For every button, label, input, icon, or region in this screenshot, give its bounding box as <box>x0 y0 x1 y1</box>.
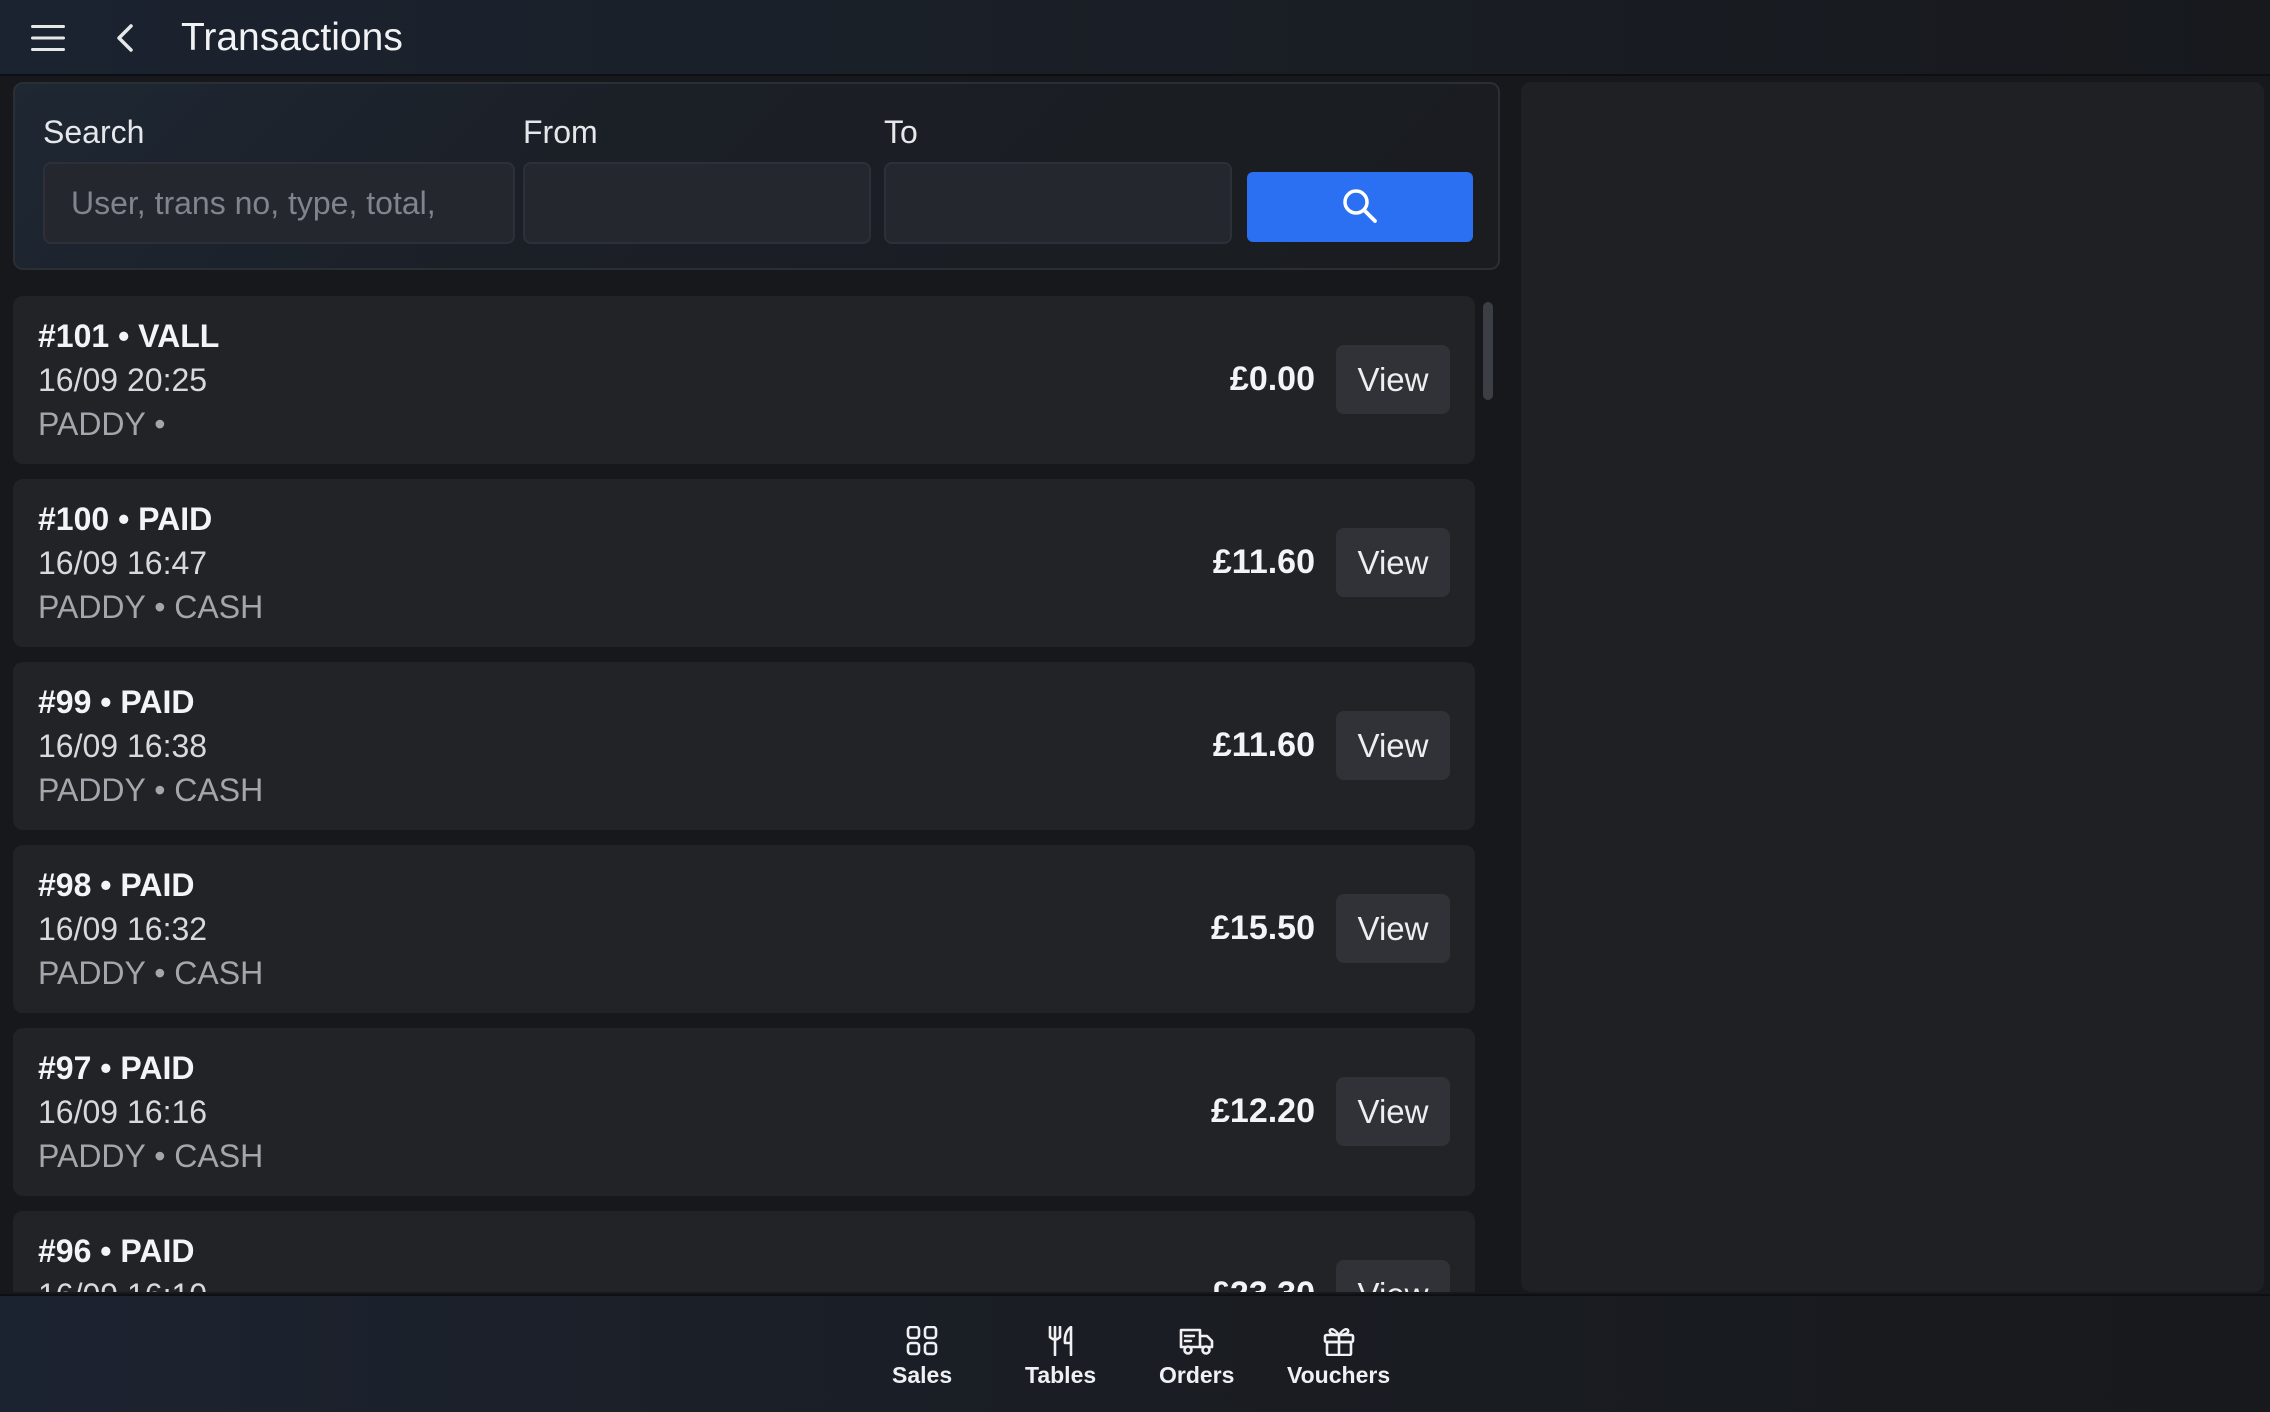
search-icon <box>1340 186 1380 229</box>
transaction-meta: PADDY • CASH <box>38 589 264 625</box>
transaction-date: 16/09 16:32 <box>38 911 208 947</box>
nav-item-tables[interactable]: Tables <box>1025 1326 1096 1389</box>
transaction-title: #98 • PAID <box>38 867 195 903</box>
nav-item-orders[interactable]: Orders <box>1159 1326 1234 1389</box>
top-bar: Transactions <box>0 0 2270 76</box>
nav-label-sales: Sales <box>892 1362 953 1388</box>
transaction-amount: £12.20 <box>1211 1092 1315 1130</box>
transaction-row[interactable]: #101 • VALL 16/09 20:25 PADDY • £0.00 Vi… <box>13 296 1475 464</box>
search-button[interactable] <box>1247 172 1473 242</box>
transaction-date: 16/09 20:25 <box>38 362 208 398</box>
gift-icon <box>1322 1326 1356 1356</box>
transaction-amount: £0.00 <box>1229 360 1315 398</box>
transaction-title: #97 • PAID <box>38 1050 195 1086</box>
transaction-amount: £11.60 <box>1212 543 1315 581</box>
nav-label-vouchers: Vouchers <box>1287 1362 1391 1388</box>
nav-label-orders: Orders <box>1159 1362 1235 1388</box>
view-button[interactable]: View <box>1336 345 1450 414</box>
page-title: Transactions <box>181 16 403 59</box>
transaction-date: 16/09 16:38 <box>38 728 208 764</box>
transaction-meta: PADDY • CASH <box>38 772 264 808</box>
transaction-row[interactable]: #100 • PAID 16/09 16:47 PADDY • CASH £11… <box>13 479 1475 647</box>
list-scrollbar[interactable] <box>1482 296 1494 1292</box>
transaction-row[interactable]: #99 • PAID 16/09 16:38 PADDY • CASH £11.… <box>13 662 1475 830</box>
transaction-date: 16/09 16:47 <box>38 545 208 581</box>
hamburger-menu-icon[interactable] <box>28 20 68 56</box>
view-button[interactable]: View <box>1336 1077 1450 1146</box>
transaction-amount: £23.30 <box>1211 1275 1315 1292</box>
truck-icon <box>1179 1326 1215 1356</box>
search-input[interactable] <box>43 162 515 244</box>
transaction-meta: PADDY • CASH <box>38 955 264 991</box>
view-button[interactable]: View <box>1336 894 1450 963</box>
transaction-date: 16/09 16:10 <box>38 1277 207 1292</box>
utensils-icon <box>1045 1326 1077 1356</box>
transaction-row[interactable]: #97 • PAID 16/09 16:16 PADDY • CASH £12.… <box>13 1028 1475 1196</box>
view-button[interactable]: View <box>1336 711 1450 780</box>
bottom-navigation: Sales Tables Orders Vouchers <box>0 1294 2270 1412</box>
transaction-amount: £11.60 <box>1212 726 1315 764</box>
search-filter-panel: Search From To <box>13 82 1500 270</box>
transaction-title: #100 • PAID <box>38 501 213 537</box>
grid-icon <box>906 1326 938 1356</box>
transaction-meta: PADDY • CASH <box>38 1138 264 1174</box>
transaction-title: #101 • VALL <box>38 318 220 354</box>
nav-label-tables: Tables <box>1025 1362 1097 1388</box>
to-date-input[interactable] <box>884 162 1232 244</box>
transaction-date: 16/09 16:16 <box>38 1094 208 1130</box>
transaction-detail-panel <box>1521 82 2264 1292</box>
transaction-title: #96 • PAID <box>38 1233 195 1269</box>
view-button[interactable]: View <box>1336 528 1450 597</box>
nav-item-vouchers[interactable]: Vouchers <box>1287 1326 1390 1389</box>
to-label: To <box>884 114 918 150</box>
search-label: Search <box>43 114 145 150</box>
from-date-input[interactable] <box>523 162 871 244</box>
transaction-row[interactable]: #96 • PAID 16/09 16:10 £23.30 View <box>13 1211 1475 1292</box>
list-scrollbar-thumb[interactable] <box>1483 302 1493 400</box>
transaction-title: #99 • PAID <box>38 684 195 720</box>
transaction-row[interactable]: #98 • PAID 16/09 16:32 PADDY • CASH £15.… <box>13 845 1475 1013</box>
transaction-list[interactable]: #101 • VALL 16/09 20:25 PADDY • £0.00 Vi… <box>13 296 1475 1292</box>
nav-item-sales[interactable]: Sales <box>892 1326 952 1389</box>
transaction-meta: PADDY • <box>38 406 166 442</box>
view-button[interactable]: View <box>1336 1260 1450 1292</box>
back-arrow-icon[interactable] <box>105 18 145 58</box>
from-label: From <box>523 114 598 150</box>
transaction-amount: £15.50 <box>1211 909 1315 947</box>
